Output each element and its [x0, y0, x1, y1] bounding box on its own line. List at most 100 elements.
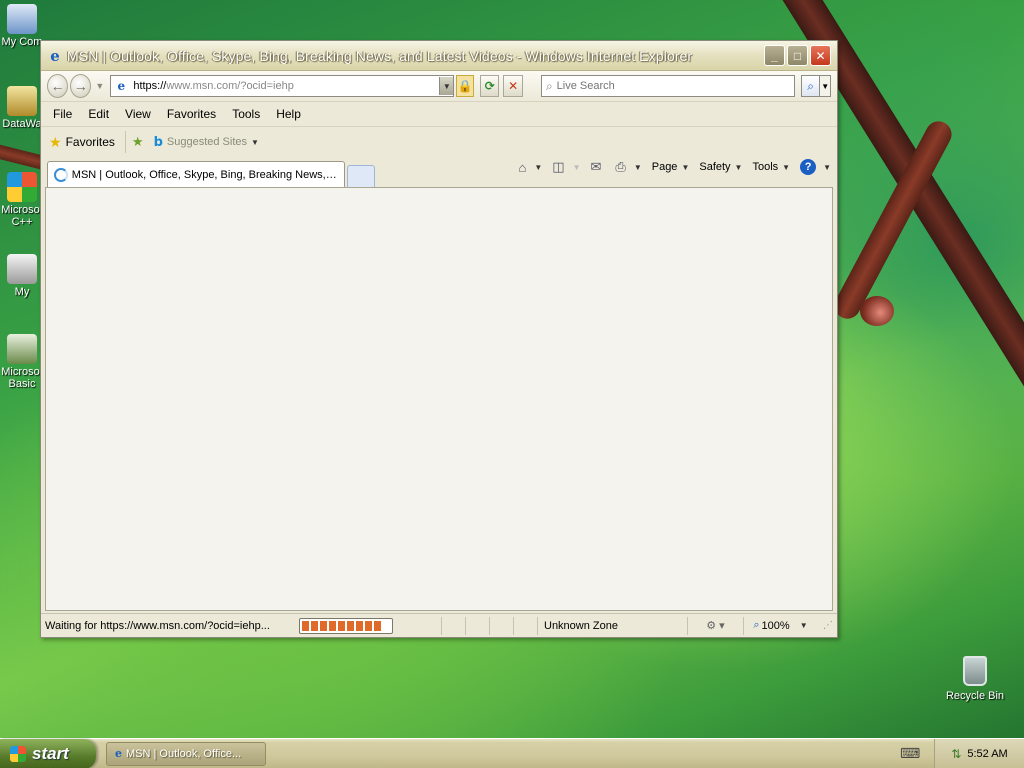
- address-bar[interactable]: e https://www.msn.com/?ocid=iehp ▼: [110, 75, 455, 97]
- favorites-star-icon[interactable]: ★: [49, 134, 62, 151]
- desktop-icon-dataware[interactable]: DataWa: [0, 86, 44, 130]
- title-bar[interactable]: e MSN | Outlook, Office, Skype, Bing, Br…: [41, 41, 837, 71]
- print-dropdown-icon[interactable]: ▼: [634, 163, 642, 172]
- start-label: start: [32, 743, 69, 763]
- taskbar: start e MSN | Outlook, Office... ⌨ ⇅ 5:5…: [0, 738, 1024, 768]
- menu-help[interactable]: Help: [268, 105, 309, 123]
- taskbar-item-ie[interactable]: e MSN | Outlook, Office...: [106, 741, 266, 766]
- address-dropdown-icon[interactable]: ▼: [439, 77, 454, 95]
- page-menu-label: Page: [651, 161, 678, 173]
- close-button[interactable]: ✕: [810, 45, 831, 66]
- menu-favorites[interactable]: Favorites: [159, 105, 224, 123]
- windows-flag-icon: [10, 745, 26, 762]
- mail-icon: ✉: [590, 159, 602, 174]
- url-path: /?ocid=iehp: [237, 80, 294, 92]
- forward-button[interactable]: →: [70, 74, 92, 98]
- start-button[interactable]: start: [0, 738, 96, 768]
- desktop-icon-label: Microsof C++: [1, 204, 43, 228]
- page-icon: e: [117, 79, 126, 93]
- system-tray: ⇅ 5:52 AM: [934, 738, 1024, 768]
- home-dropdown-icon[interactable]: ▼: [534, 163, 542, 172]
- command-bar: ⌂ ▼ ◫ ▼ ✉ ⎙ ▼ Page ▼ Safety ▼ Tools ▼ ? ▼: [509, 159, 831, 175]
- bing-icon: b: [153, 134, 163, 150]
- network-icon[interactable]: ⇅: [951, 747, 961, 761]
- cpp-icon: [7, 172, 37, 202]
- protected-mode-icon[interactable]: ⚙ ▾: [687, 616, 743, 635]
- search-box[interactable]: ⌕: [540, 75, 795, 97]
- tools-dropdown-icon: ▼: [782, 162, 791, 172]
- menu-bar: File Edit View Favorites Tools Help: [41, 101, 837, 127]
- maximize-button[interactable]: □: [787, 45, 808, 66]
- clock[interactable]: 5:52 AM: [967, 748, 1007, 760]
- rss-feed-icon: ◫: [552, 159, 565, 174]
- progress-fill: [302, 620, 382, 631]
- desktop-icon-label: My Com: [1, 36, 43, 48]
- desktop-icon-label: Microsof Basic: [1, 366, 43, 390]
- tab-row: MSN | Outlook, Office, Skype, Bing, Brea…: [41, 157, 837, 187]
- security-lock-icon[interactable]: 🔒: [456, 75, 475, 97]
- menu-view[interactable]: View: [117, 105, 159, 123]
- loading-progress-bar: [299, 617, 393, 634]
- tools-menu-label: Tools: [752, 161, 779, 173]
- page-content-area[interactable]: [45, 187, 833, 611]
- my-icon: [7, 254, 37, 284]
- resize-grip-icon[interactable]: ⋰: [817, 620, 833, 631]
- print-button[interactable]: ⎙ ▼: [615, 159, 641, 175]
- desktop-icon-basic[interactable]: Microsof Basic: [0, 334, 44, 390]
- help-button[interactable]: ? ▼: [800, 159, 831, 175]
- status-panel: [513, 616, 537, 635]
- suggested-sites-button[interactable]: Suggested Sites: [167, 136, 247, 148]
- desktop-icon-cpp[interactable]: Microsof C++: [0, 172, 44, 228]
- back-button[interactable]: ←: [47, 74, 69, 98]
- menu-file[interactable]: File: [45, 105, 80, 123]
- zoom-button[interactable]: ⌕ 100% ▼: [743, 616, 817, 635]
- new-tab-button[interactable]: [347, 165, 375, 187]
- ie-logo-icon: e: [115, 747, 122, 760]
- address-url[interactable]: https://www.msn.com/?ocid=iehp: [133, 80, 439, 92]
- url-scheme: https://: [133, 80, 167, 92]
- add-to-favorites-icon[interactable]: ★: [132, 134, 144, 150]
- status-bar: Waiting for https://www.msn.com/?ocid=ie…: [41, 613, 837, 637]
- read-mail-button[interactable]: ✉: [591, 159, 606, 175]
- zoom-level: 100%: [761, 619, 790, 632]
- history-dropdown-icon[interactable]: ▼: [95, 81, 104, 91]
- keyboard-icon[interactable]: ⌨: [900, 745, 920, 762]
- safety-menu-button[interactable]: Safety ▼: [699, 161, 742, 173]
- printer-icon: ⎙: [615, 159, 626, 174]
- desktop-icon-label: My: [14, 286, 30, 298]
- tab-msn[interactable]: MSN | Outlook, Office, Skype, Bing, Brea…: [47, 161, 345, 187]
- wallpaper-bud: [860, 296, 894, 326]
- help-dropdown-icon: ▼: [823, 162, 831, 172]
- favorites-bar: ★ Favorites ★ b Suggested Sites ▼: [41, 127, 837, 157]
- window-title: MSN | Outlook, Office, Skype, Bing, Brea…: [67, 47, 693, 64]
- search-icon: ⌕: [545, 78, 553, 93]
- home-button[interactable]: ⌂ ▼: [519, 160, 543, 175]
- page-menu-button[interactable]: Page ▼: [652, 161, 690, 173]
- url-host: www.msn.com: [166, 80, 238, 92]
- security-zone[interactable]: Unknown Zone: [537, 616, 687, 635]
- zoom-dropdown-icon[interactable]: ▼: [800, 621, 808, 630]
- zoom-icon: ⌕: [753, 619, 760, 631]
- desktop-icon-recycle-bin[interactable]: Recycle Bin: [940, 656, 1010, 702]
- refresh-button[interactable]: ⟳: [480, 75, 500, 97]
- tools-menu-button[interactable]: Tools ▼: [752, 161, 790, 173]
- search-options-dropdown-icon[interactable]: ▼: [820, 75, 831, 97]
- desktop-icon-my-computer[interactable]: My Com: [0, 4, 44, 48]
- menu-edit[interactable]: Edit: [80, 105, 117, 123]
- search-input[interactable]: [556, 80, 757, 92]
- menu-tools[interactable]: Tools: [224, 105, 268, 123]
- safety-dropdown-icon: ▼: [734, 162, 743, 172]
- recycle-bin-icon: [963, 656, 987, 686]
- tab-title: MSN | Outlook, Office, Skype, Bing, Brea…: [71, 168, 338, 181]
- minimize-button[interactable]: _: [764, 45, 785, 66]
- status-panel: [441, 616, 465, 635]
- desktop-icon-my[interactable]: My: [0, 254, 44, 298]
- help-icon: ?: [800, 159, 817, 175]
- desktop-icon-label: DataWa: [2, 118, 42, 130]
- favorites-button[interactable]: Favorites: [66, 135, 115, 149]
- safety-menu-label: Safety: [699, 161, 731, 173]
- search-go-button[interactable]: ⌕: [800, 75, 821, 97]
- feeds-button[interactable]: ◫ ▼: [552, 159, 580, 175]
- stop-button[interactable]: ✕: [503, 75, 523, 97]
- suggested-sites-dropdown-icon[interactable]: ▼: [251, 138, 259, 147]
